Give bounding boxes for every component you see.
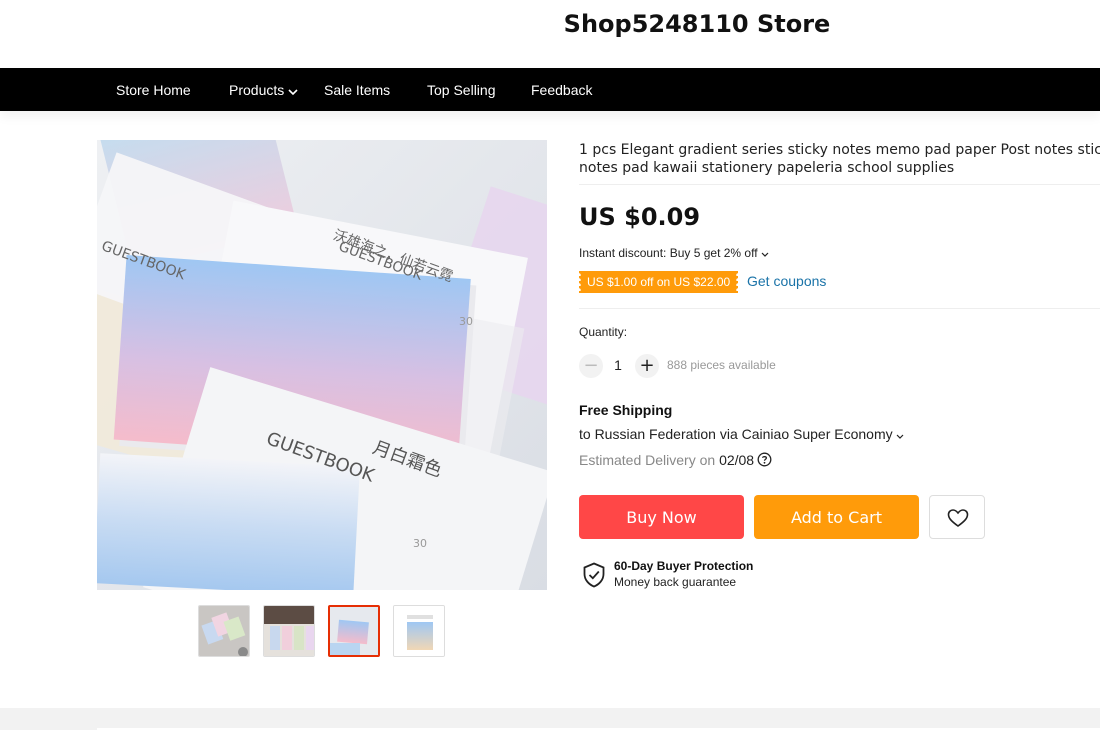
shipping-destination-text: to Russian Federation via Cainiao Super …: [579, 426, 893, 442]
buyer-protection-subtitle: Money back guarantee: [614, 575, 737, 589]
nav-label: Products: [229, 82, 285, 98]
product-price: US $0.09: [579, 203, 701, 231]
quantity-value[interactable]: 1: [604, 357, 632, 373]
nav-label: Store Home: [116, 82, 191, 98]
help-icon[interactable]: [757, 452, 772, 470]
shield-check-icon: [582, 562, 606, 593]
estimated-delivery: Estimated Delivery on 02/08: [579, 452, 772, 470]
available-stock: 888 pieces available: [667, 358, 776, 372]
thumbnail-2[interactable]: [263, 605, 315, 657]
chevron-down-icon: [288, 69, 298, 114]
nav-label: Feedback: [531, 82, 593, 98]
instant-discount[interactable]: Instant discount: Buy 5 get 2% off: [579, 246, 769, 261]
store-title: Shop5248110 Store: [563, 10, 831, 38]
nav-sale-items[interactable]: Sale Items: [324, 68, 390, 111]
thumbnail-3[interactable]: [328, 605, 380, 657]
delivery-date: 02/08: [719, 452, 755, 468]
instant-discount-text: Instant discount: Buy 5 get 2% off: [579, 246, 758, 260]
product-main-image[interactable]: 沃雄海之，仙若云霓 GUESTBOOK GUESTBOOK GUESTBOOK …: [97, 140, 547, 590]
quantity-label: Quantity:: [579, 325, 628, 339]
wishlist-button[interactable]: [929, 495, 985, 539]
nav-feedback[interactable]: Feedback: [531, 68, 592, 111]
bottom-section: [0, 708, 1100, 730]
get-coupons-link[interactable]: Get coupons: [747, 273, 826, 289]
nav-label: Top Selling: [427, 82, 496, 98]
nav-store-home[interactable]: Store Home: [116, 68, 191, 111]
heart-icon: [947, 509, 969, 527]
divider: [579, 184, 1100, 185]
pad-text: 30: [413, 537, 427, 550]
shipping-title: Free Shipping: [579, 402, 673, 418]
pad-text: 30: [459, 315, 473, 328]
store-nav: Store Home Products Sale Items Top Selli…: [0, 68, 1100, 111]
chevron-down-icon: [896, 427, 904, 443]
buyer-protection-title: 60-Day Buyer Protection: [614, 559, 754, 573]
thumbnail-1[interactable]: [198, 605, 250, 657]
nav-products[interactable]: Products: [229, 68, 298, 111]
buy-now-button[interactable]: Buy Now: [579, 495, 744, 539]
coupon-badge: US $1.00 off on US $22.00: [579, 271, 739, 293]
nav-label: Sale Items: [324, 82, 391, 98]
add-to-cart-button[interactable]: Add to Cart: [754, 495, 919, 539]
divider: [579, 308, 1100, 309]
chevron-down-icon: [761, 247, 769, 261]
product-title: 1 pcs Elegant gradient series sticky not…: [579, 142, 1100, 176]
quantity-decrease-button[interactable]: −: [579, 354, 603, 378]
nav-top-selling[interactable]: Top Selling: [427, 68, 496, 111]
quantity-increase-button[interactable]: +: [635, 354, 659, 378]
sticky-notes-illustration: 沃雄海之，仙若云霓 GUESTBOOK GUESTBOOK GUESTBOOK …: [97, 140, 547, 590]
thumbnail-4[interactable]: [393, 605, 445, 657]
delivery-label: Estimated Delivery on: [579, 452, 716, 468]
shipping-destination[interactable]: to Russian Federation via Cainiao Super …: [579, 426, 904, 443]
